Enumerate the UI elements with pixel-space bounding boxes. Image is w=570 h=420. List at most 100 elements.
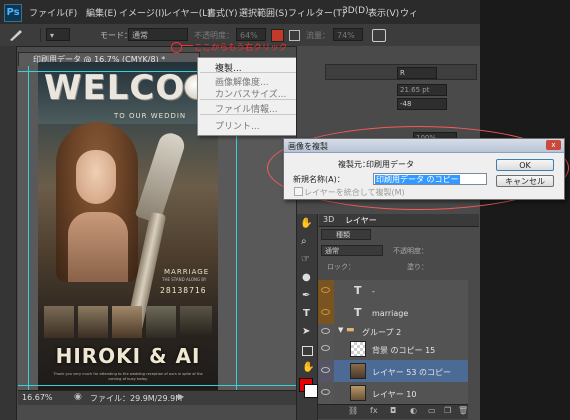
airbrush-icon[interactable]: [289, 30, 300, 41]
ok-button[interactable]: OK: [496, 159, 554, 171]
menu-image[interactable]: イメージ(I): [119, 6, 165, 19]
dialog-titlebar: 画像を複製 x: [284, 139, 564, 153]
visibility-eye-icon[interactable]: [321, 389, 330, 395]
close-icon[interactable]: x: [546, 140, 561, 150]
smudge-tool-icon[interactable]: ☞: [301, 254, 310, 265]
poster-date: 28138716: [160, 286, 207, 295]
side-panel-dock: [480, 0, 570, 420]
layer-name: marriage: [372, 309, 409, 318]
folder-icon: ▬: [346, 325, 355, 335]
merge-layers-checkbox[interactable]: [294, 187, 303, 196]
adjustment-icon[interactable]: ◐: [410, 406, 417, 415]
font-style-select[interactable]: R: [397, 67, 437, 79]
annotation-arrow: [181, 45, 193, 46]
annotation-circle: [171, 42, 182, 53]
path-select-icon[interactable]: ➤: [302, 326, 310, 337]
menu-select[interactable]: 選択範囲(S): [239, 6, 288, 19]
poster-small-line: THE STAND ALONG BY: [162, 277, 207, 282]
guide-line: [28, 66, 29, 390]
leading-field[interactable]: 21.65 pt: [397, 84, 447, 96]
visibility-eye-icon[interactable]: [321, 287, 330, 293]
flow-field[interactable]: 74%: [333, 28, 363, 41]
background-color-swatch[interactable]: [304, 384, 318, 398]
photo-thumb: [44, 306, 74, 338]
layers-footer: ⛓ fx ◘ ◐ ▭ ❐ 🗑: [318, 404, 468, 419]
new-name-value: 印刷用データ のコピー: [375, 175, 460, 184]
layer-row[interactable]: T -: [318, 280, 468, 303]
photo-thumb: [112, 306, 142, 338]
layer-row[interactable]: T marriage: [318, 302, 468, 325]
flow-label: 流量：: [306, 31, 330, 40]
layer-thumbnail: [350, 341, 366, 357]
tablet-pressure-icon[interactable]: [372, 29, 386, 42]
layer-row[interactable]: レイヤー 53 のコピー: [318, 360, 468, 383]
new-layer-icon[interactable]: ❐: [444, 406, 451, 415]
photo-thumb: [180, 306, 212, 338]
status-arrow-icon[interactable]: ▶: [178, 392, 184, 401]
brush-preset-picker[interactable]: ▾: [46, 28, 70, 41]
hand-tool-icon[interactable]: ✋: [300, 218, 312, 229]
cancel-button[interactable]: キャンセル: [496, 175, 554, 187]
visibility-eye-icon[interactable]: [321, 367, 330, 373]
layer-name: -: [372, 287, 375, 296]
mask-icon[interactable]: ◘: [390, 406, 396, 415]
menu-3d[interactable]: 3D(D): [342, 6, 369, 16]
zoom-tool-icon[interactable]: ⌕: [301, 236, 307, 247]
visibility-eye-icon[interactable]: [321, 345, 330, 351]
menu-item-print[interactable]: プリント...: [215, 119, 260, 132]
poster-tagline: TO OUR WEDDIN: [114, 112, 187, 120]
mode-select[interactable]: 通常: [128, 28, 188, 41]
hand-pan-icon[interactable]: ✋: [302, 362, 314, 373]
poster-names: HIROKI & AI: [55, 344, 201, 368]
menu-bar: Ps ファイル(F) 編集(E) イメージ(I) レイヤー(L) 書式(Y) 選…: [0, 0, 480, 25]
layer-opacity-label: 不透明度：: [393, 247, 428, 255]
duplicate-image-dialog: 画像を複製 x 複製元： 印刷用データ 新規名称(A)： 印刷用データ のコピー…: [283, 138, 565, 200]
layer-row[interactable]: レイヤー 10: [318, 382, 468, 405]
status-info-icon[interactable]: ◉: [74, 392, 82, 402]
pen-tool-icon[interactable]: ✒: [302, 290, 310, 301]
layer-kind-filter[interactable]: 種類: [321, 229, 371, 240]
poster-headline: WELCO: [44, 68, 186, 108]
fill-label: 塗り：: [407, 263, 428, 271]
text-layer-icon: T: [354, 306, 362, 319]
brush-tool-icon[interactable]: [8, 28, 24, 42]
annotation-text: ここからもう右クリック: [194, 43, 288, 53]
expand-group-icon[interactable]: ▼: [338, 326, 343, 334]
tab-layers[interactable]: レイヤー: [345, 215, 377, 226]
menu-file[interactable]: ファイル(F): [29, 6, 77, 19]
new-group-icon[interactable]: ▭: [428, 406, 436, 415]
poster-footer: Thank you very much for attending to the…: [53, 372, 203, 381]
menu-layer[interactable]: レイヤー(L): [163, 6, 211, 19]
layer-row[interactable]: ▼ ▬ グループ 2: [318, 324, 468, 339]
menu-view[interactable]: 表示(V): [368, 6, 399, 19]
menu-window[interactable]: ウィ: [400, 6, 418, 19]
link-layers-icon[interactable]: ⛓: [348, 406, 358, 415]
new-name-input[interactable]: 印刷用データ のコピー: [373, 173, 487, 185]
type-tool-icon[interactable]: T: [303, 308, 310, 319]
menu-type[interactable]: 書式(Y): [207, 6, 238, 19]
opacity-field[interactable]: 64%: [236, 28, 266, 41]
portrait-body: [68, 212, 128, 282]
zoom-level[interactable]: 16.67%: [22, 393, 53, 402]
tool-strip: [0, 46, 17, 420]
visibility-eye-icon[interactable]: [321, 328, 330, 334]
name-label: 新規名称(A)：: [293, 175, 345, 184]
guide-line: [18, 385, 296, 386]
blend-mode-select[interactable]: 通常: [321, 245, 383, 256]
photoshop-logo: Ps: [4, 4, 22, 22]
visibility-eye-icon[interactable]: [321, 309, 330, 315]
tab-3d[interactable]: 3D: [323, 215, 334, 224]
merge-layers-label: レイヤーを統合して複製(M): [304, 188, 405, 197]
lock-label: ロック：: [327, 263, 355, 271]
trash-icon[interactable]: 🗑: [458, 406, 468, 415]
shape-tool-icon[interactable]: [302, 346, 313, 356]
fx-icon[interactable]: fx: [370, 406, 378, 415]
poster-canvas[interactable]: WELCO TO OUR WEDDIN MARRIAGE THE STAND A…: [38, 62, 218, 390]
tracking-field[interactable]: -48: [397, 98, 447, 110]
burn-tool-icon[interactable]: ●: [302, 272, 311, 283]
menu-filter[interactable]: フィルター(T): [288, 6, 345, 19]
layer-row[interactable]: 背景 のコピー 15: [318, 338, 468, 361]
player-figure: [134, 130, 188, 224]
menu-edit[interactable]: 編集(E): [86, 6, 117, 19]
text-layer-icon: T: [354, 284, 362, 297]
